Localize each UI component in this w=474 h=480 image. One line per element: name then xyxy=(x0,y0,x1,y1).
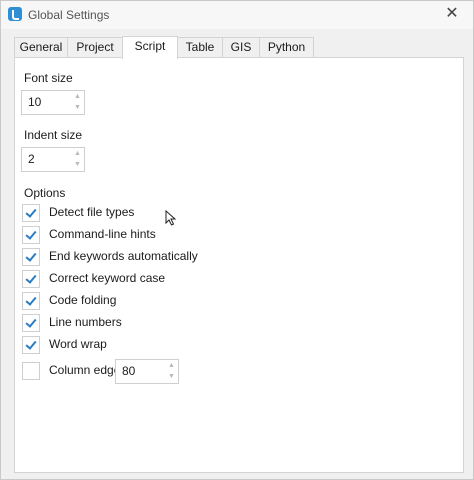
settings-window: Global Settings ✕ General Project Script… xyxy=(0,0,474,480)
spin-up-icon[interactable]: ▲ xyxy=(73,92,82,102)
column-edge-spinbox[interactable]: 80 ▲ ▼ xyxy=(115,359,179,384)
window-title: Global Settings xyxy=(28,8,110,22)
script-settings-panel: Font size 10 ▲ ▼ Indent size 2 ▲ ▼ Optio… xyxy=(14,57,464,473)
option-label: Column edge xyxy=(49,363,121,377)
check-icon xyxy=(25,206,37,218)
option-label: Line numbers xyxy=(49,315,122,329)
checkbox[interactable] xyxy=(22,362,40,380)
checkbox[interactable] xyxy=(22,270,40,288)
indent-size-spin-arrows: ▲ ▼ xyxy=(73,149,82,170)
tab-project[interactable]: Project xyxy=(67,37,123,57)
indent-size-value: 2 xyxy=(28,152,35,166)
checkbox[interactable] xyxy=(22,292,40,310)
checkbox[interactable] xyxy=(22,314,40,332)
check-icon xyxy=(25,338,37,350)
font-size-spin-arrows: ▲ ▼ xyxy=(73,92,82,113)
spin-up-icon[interactable]: ▲ xyxy=(167,361,176,371)
option-label: Detect file types xyxy=(49,205,135,219)
checkbox[interactable] xyxy=(22,248,40,266)
check-icon xyxy=(25,228,37,240)
mouse-pointer-icon xyxy=(165,210,177,226)
spin-down-icon[interactable]: ▼ xyxy=(73,160,82,170)
title-bar[interactable]: Global Settings ✕ xyxy=(1,1,473,29)
spin-up-icon[interactable]: ▲ xyxy=(73,149,82,159)
spin-down-icon[interactable]: ▼ xyxy=(73,103,82,113)
spin-down-icon[interactable]: ▼ xyxy=(167,372,176,382)
indent-size-spinbox[interactable]: 2 ▲ ▼ xyxy=(21,147,85,172)
font-size-label: Font size xyxy=(24,71,73,85)
option-label: Word wrap xyxy=(49,337,107,351)
indent-size-label: Indent size xyxy=(24,128,83,142)
close-button[interactable]: ✕ xyxy=(435,3,469,25)
tab-gis[interactable]: GIS xyxy=(222,37,260,57)
option-label: Command-line hints xyxy=(49,227,156,241)
check-icon xyxy=(25,294,37,306)
option-label: End keywords automatically xyxy=(49,249,198,263)
tab-script[interactable]: Script xyxy=(122,36,178,59)
check-icon xyxy=(25,316,37,328)
checkbox[interactable] xyxy=(22,204,40,222)
tab-python[interactable]: Python xyxy=(259,37,314,57)
check-icon xyxy=(25,250,37,262)
checkbox[interactable] xyxy=(22,226,40,244)
check-icon xyxy=(25,272,37,284)
app-icon xyxy=(8,7,22,21)
tab-table[interactable]: Table xyxy=(177,37,223,57)
tab-general[interactable]: General xyxy=(14,37,68,57)
font-size-spinbox[interactable]: 10 ▲ ▼ xyxy=(21,90,85,115)
option-label: Code folding xyxy=(49,293,117,307)
column-edge-value: 80 xyxy=(122,364,136,378)
checkbox[interactable] xyxy=(22,336,40,354)
options-label: Options xyxy=(24,186,66,200)
font-size-value: 10 xyxy=(28,95,42,109)
option-label: Correct keyword case xyxy=(49,271,166,285)
column-edge-spin-arrows: ▲ ▼ xyxy=(167,361,176,382)
